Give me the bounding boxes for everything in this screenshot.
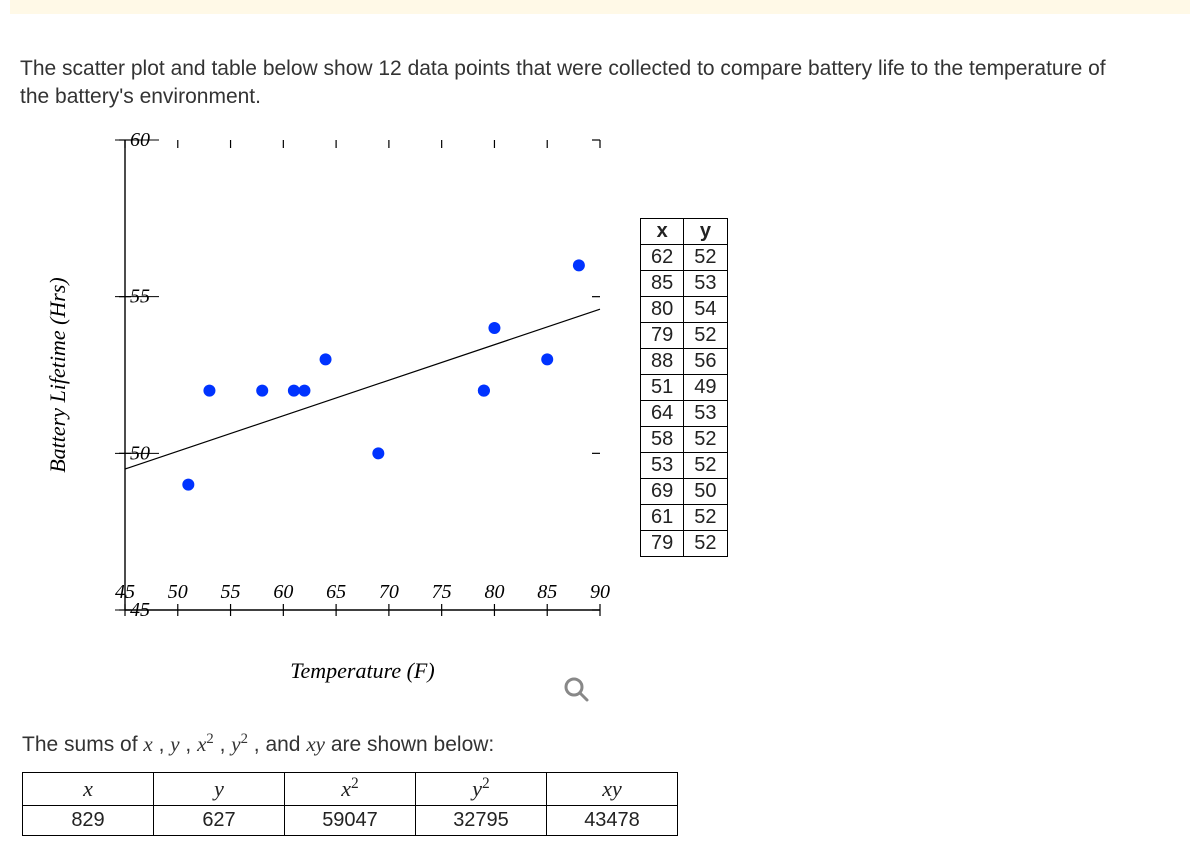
var-y: y xyxy=(170,732,179,756)
table-row: 6453 xyxy=(641,401,728,427)
sums-sentence: The sums of x , y , x2 , y2 , and xy are… xyxy=(22,732,494,757)
sums-header: x2 xyxy=(285,773,416,806)
xy-data-table: xy62528553805479528856514964535852535269… xyxy=(640,218,728,557)
svg-text:90: 90 xyxy=(590,581,610,603)
table-row: 5352 xyxy=(641,453,728,479)
svg-text:80: 80 xyxy=(484,581,504,603)
table-header: y xyxy=(684,219,727,245)
table-row: 6152 xyxy=(641,505,728,531)
table-row: 8856 xyxy=(641,349,728,375)
var-x: x xyxy=(143,732,152,756)
table-row: 6950 xyxy=(641,479,728,505)
table-header: x xyxy=(641,219,684,245)
table-row: 5149 xyxy=(641,375,728,401)
table-row: 5852 xyxy=(641,427,728,453)
svg-text:55: 55 xyxy=(221,581,241,603)
var-xy: xy xyxy=(306,732,325,756)
sums-header: y xyxy=(154,773,285,806)
table-row: 7952 xyxy=(641,323,728,349)
search-icon[interactable] xyxy=(562,675,590,703)
var-x2: x2 xyxy=(197,732,214,756)
table-row: 6252 xyxy=(641,245,728,271)
sums-header: y2 xyxy=(416,773,547,806)
svg-text:50: 50 xyxy=(168,581,188,603)
sums-prefix: The sums of xyxy=(22,733,143,756)
sums-header: xy xyxy=(547,773,678,806)
top-band xyxy=(10,0,1190,14)
svg-text:75: 75 xyxy=(432,581,452,603)
sums-table: xyx2y2xy829627590473279543478 xyxy=(22,772,678,836)
sums-row: 829627590473279543478 xyxy=(23,806,678,836)
table-row: 8054 xyxy=(641,297,728,323)
table-row: 7952 xyxy=(641,531,728,557)
svg-text:60: 60 xyxy=(273,581,293,603)
svg-text:85: 85 xyxy=(537,581,557,603)
sums-header: x xyxy=(23,773,154,806)
svg-text:65: 65 xyxy=(326,581,346,603)
table-row: 8553 xyxy=(641,271,728,297)
intro-text: The scatter plot and table below show 12… xyxy=(20,55,1140,112)
svg-text:70: 70 xyxy=(379,581,399,603)
var-y2: y2 xyxy=(231,732,248,756)
svg-text:Temperature (F): Temperature (F) xyxy=(290,658,434,683)
scatter-plot: 4550556065707580859045505560Temperature … xyxy=(40,130,650,690)
svg-text:Battery Lifetime (Hrs): Battery Lifetime (Hrs) xyxy=(45,277,70,473)
